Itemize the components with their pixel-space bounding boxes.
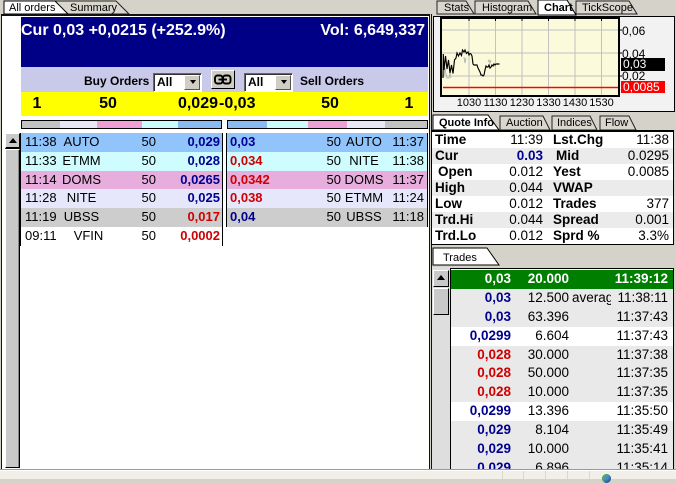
svg-text:Stats: Stats xyxy=(444,2,470,14)
svg-text:Summary: Summary xyxy=(70,2,118,14)
svg-text:Trades: Trades xyxy=(443,252,477,264)
svg-text:Indices: Indices xyxy=(557,117,592,129)
svg-text:Chart: Chart xyxy=(544,2,573,14)
svg-text:All orders: All orders xyxy=(9,2,56,14)
svg-text:Auction: Auction xyxy=(506,117,543,129)
svg-text:Histogram: Histogram xyxy=(482,2,532,14)
svg-text:TickScope: TickScope xyxy=(582,2,633,14)
svg-text:Quote Info: Quote Info xyxy=(439,117,494,129)
svg-text:Flow: Flow xyxy=(605,117,628,129)
